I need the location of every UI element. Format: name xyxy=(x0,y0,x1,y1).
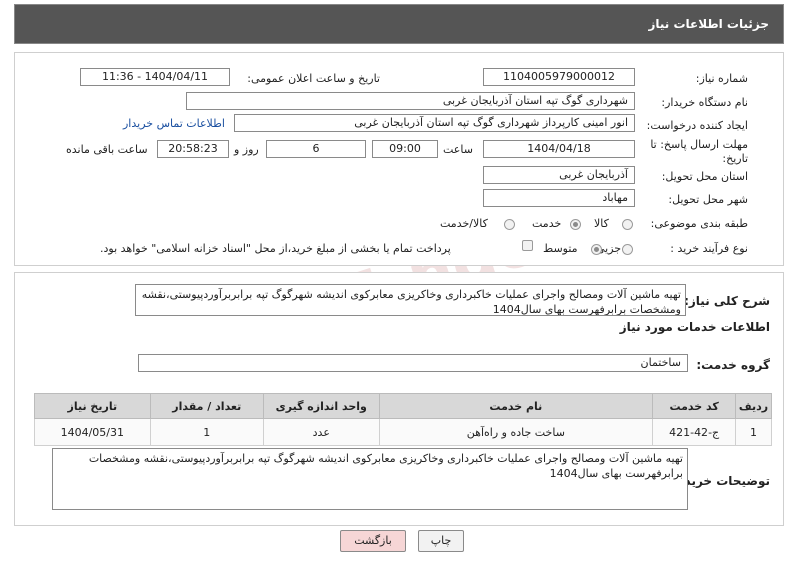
services-section-title: اطلاعات خدمات مورد نیاز xyxy=(619,320,770,334)
remaining-days-field: 6 xyxy=(266,140,366,158)
category-option-goods-radio[interactable] xyxy=(622,219,633,230)
cell-row-number: 1 xyxy=(735,418,772,446)
services-table: ردیف کد خدمت نام خدمت واحد اندازه گیری ت… xyxy=(34,393,772,446)
col-need-date: تاریخ نیاز xyxy=(34,393,151,419)
need-number-field: 1104005979000012 xyxy=(483,68,635,86)
service-group-field: ساختمان xyxy=(138,354,688,372)
buyer-org-label: نام دستگاه خریدار: xyxy=(661,96,748,109)
process-option-minor-radio[interactable] xyxy=(622,244,633,255)
process-option-medium-radio[interactable] xyxy=(591,244,602,255)
process-label: نوع فرآیند خرید : xyxy=(670,242,748,255)
col-service-code: کد خدمت xyxy=(652,393,737,419)
announce-datetime-field: 1404/04/11 - 11:36 xyxy=(80,68,230,86)
buyer-notes-textarea[interactable]: تهیه ماشین آلات ومصالح واجرای عملیات خاک… xyxy=(52,448,688,510)
cell-service-name: ساخت جاده و راه‌آهن xyxy=(378,418,654,446)
page-title: جزئیات اطلاعات نیاز xyxy=(648,17,769,31)
remaining-time-field: 20:58:23 xyxy=(157,140,229,158)
province-field: آذربایجان غربی xyxy=(483,166,635,184)
deadline-time-field: 09:00 xyxy=(372,140,438,158)
treasury-payment-checkbox[interactable] xyxy=(522,240,533,251)
buyer-org-field: شهرداری گوگ تپه استان آذربایجان غربی xyxy=(186,92,635,110)
buyer-contact-link[interactable]: اطلاعات تماس خریدار xyxy=(123,117,225,130)
cell-service-code: ج-42-421 xyxy=(652,418,737,446)
category-option-service-radio[interactable] xyxy=(570,219,581,230)
print-button[interactable]: چاپ xyxy=(418,530,464,552)
city-field: مهاباد xyxy=(483,189,635,207)
treasury-payment-note: پرداخت تمام یا بخشی از مبلغ خرید،از محل … xyxy=(100,242,451,255)
description-label: شرح کلی نیاز: xyxy=(684,294,770,308)
requester-field: انور امینی کارپرداز شهرداری گوگ تپه استا… xyxy=(234,114,635,132)
remaining-days-label: روز و xyxy=(234,143,259,156)
description-textarea[interactable]: تهیه ماشین آلات ومصالح واجرای عملیات خاک… xyxy=(135,284,686,316)
category-option-goods-label: کالا xyxy=(594,217,609,230)
col-quantity: تعداد / مقدار xyxy=(149,393,264,419)
deadline-time-label: ساعت xyxy=(443,143,473,156)
col-unit: واحد اندازه گیری xyxy=(262,393,380,419)
cell-unit: عدد xyxy=(262,418,380,446)
table-header-row: ردیف کد خدمت نام خدمت واحد اندازه گیری ت… xyxy=(34,393,772,419)
announce-datetime-label: تاریخ و ساعت اعلان عمومی: xyxy=(247,72,380,85)
deadline-label: مهلت ارسال پاسخ: تا تاریخ: xyxy=(650,138,748,165)
city-label: شهر محل تحویل: xyxy=(668,193,748,206)
province-label: استان محل تحویل: xyxy=(661,170,748,183)
process-option-medium-label: متوسط xyxy=(543,242,578,255)
remaining-time-label: ساعت باقی مانده xyxy=(66,143,148,156)
category-label: طبقه بندی موضوعی: xyxy=(650,217,748,230)
category-option-both-radio[interactable] xyxy=(504,219,515,230)
table-row: 1 ج-42-421 ساخت جاده و راه‌آهن عدد 1 140… xyxy=(34,418,772,446)
col-row-number: ردیف xyxy=(735,393,772,419)
page-header: جزئیات اطلاعات نیاز xyxy=(14,4,784,44)
back-button[interactable]: بازگشت xyxy=(340,530,406,552)
need-number-label: شماره نیاز: xyxy=(695,72,748,85)
deadline-date-field: 1404/04/18 xyxy=(483,140,635,158)
cell-quantity: 1 xyxy=(149,418,264,446)
col-service-name: نام خدمت xyxy=(378,393,654,419)
cell-need-date: 1404/05/31 xyxy=(34,418,151,446)
category-option-both-label: کالا/خدمت xyxy=(440,217,488,230)
category-option-service-label: خدمت xyxy=(532,217,562,230)
service-group-label: گروه خدمت: xyxy=(696,358,770,372)
requester-label: ایجاد کننده درخواست: xyxy=(646,119,748,132)
